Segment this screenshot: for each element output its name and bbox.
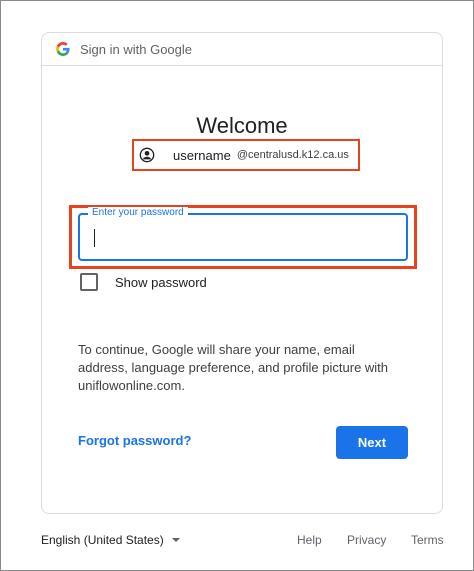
password-input[interactable] (90, 223, 394, 251)
header-title: Sign in with Google (80, 41, 193, 57)
text-cursor (94, 229, 95, 247)
page-title: Welcome (196, 113, 288, 138)
chevron-down-icon[interactable] (171, 538, 180, 542)
next-button[interactable]: Next (336, 426, 408, 459)
card-header: Sign in with Google (42, 33, 442, 66)
show-password-checkbox[interactable] (80, 273, 98, 291)
show-password-toggle[interactable]: Show password (80, 273, 207, 291)
password-field[interactable]: Enter your password (78, 207, 408, 261)
show-password-label[interactable]: Show password (115, 275, 207, 290)
language-selector[interactable]: English (United States) (41, 533, 180, 547)
footer-link-help[interactable]: Help (297, 533, 322, 547)
footer-link-privacy[interactable]: Privacy (347, 533, 386, 547)
consent-text: To continue, Google will share your name… (78, 342, 389, 393)
account-domain: @centralusd.k12.ca.us (236, 149, 349, 161)
account-username: username (173, 147, 231, 163)
account-circle-icon (139, 147, 155, 163)
password-field-label: Enter your password (88, 207, 188, 219)
signin-card: Sign in with Google Welcome username @ce… (41, 32, 443, 514)
footer: English (United States) Help Privacy Ter… (41, 533, 444, 553)
forgot-password-link[interactable]: Forgot password? (78, 433, 191, 448)
account-chip[interactable]: username @centralusd.k12.ca.us (132, 139, 360, 171)
page-frame: Sign in with Google Welcome username @ce… (0, 0, 474, 571)
google-g-icon (56, 42, 70, 56)
language-label[interactable]: English (United States) (41, 533, 164, 547)
footer-link-terms[interactable]: Terms (411, 533, 444, 547)
